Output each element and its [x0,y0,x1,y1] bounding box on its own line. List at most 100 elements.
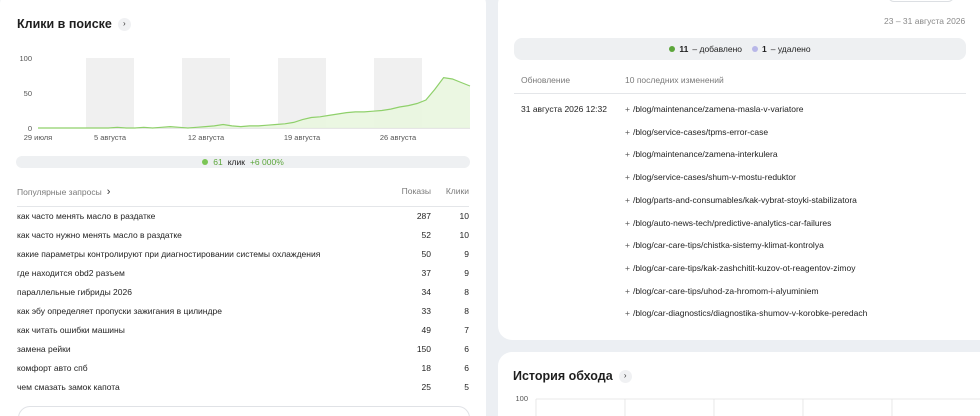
column-changes: 10 последних изменений [625,75,724,85]
query-text[interactable]: как читать ошибки машины [17,325,125,335]
search-clicks-title-row[interactable]: Клики в поиске › [17,17,131,31]
change-item: +/blog/auto-news-tech/predictive-analyti… [625,218,831,228]
y-tick-label: 50 [24,89,32,98]
y-tick-label: 0 [28,124,32,133]
removed-count: 1 [762,44,767,54]
query-row[interactable]: какие параметры контролируют при диагнос… [17,245,469,264]
plus-icon: + [625,149,630,160]
query-text[interactable]: как эбу определяет пропуски зажигания в … [17,306,222,316]
plus-icon: + [625,308,630,319]
query-shows: 49 [421,325,431,335]
query-clicks: 5 [464,382,469,392]
added-label: – добавлено [692,44,742,54]
query-row[interactable]: как читать ошибки машины 49 7 [17,321,469,340]
show-more-button[interactable] [18,406,470,416]
query-shows: 50 [421,249,431,259]
column-clicks[interactable]: Клики [446,186,469,196]
query-clicks: 6 [464,363,469,373]
query-clicks: 8 [464,287,469,297]
query-clicks: 6 [464,344,469,354]
update-date: 31 августа 2026 12:32 [521,104,607,114]
change-item: +/blog/car-care-tips/chistka-sistemy-kli… [625,240,824,250]
popular-queries-header: Популярные запросы › Показы Клики [17,186,469,200]
plus-icon: + [625,126,630,137]
query-shows: 287 [416,211,431,221]
changes-summary: 11 – добавлено 1 – удалено [514,38,966,60]
change-item: +/blog/maintenance/zamena-masla-v-variat… [625,104,804,114]
query-row[interactable]: как эбу определяет пропуски зажигания в … [17,302,469,321]
query-shows: 33 [421,306,431,316]
change-path[interactable]: /blog/parts-and-consumables/kak-vybrat-s… [633,195,857,205]
removed-dot-icon [752,46,758,52]
clicks-legend[interactable]: 61 клик +6 000% [16,156,470,168]
query-text[interactable]: чем смазать замок капота [17,382,120,392]
y-tick-label: 100 [19,54,32,63]
query-text[interactable]: параллельные гибриды 2026 [17,287,132,297]
query-row[interactable]: как часто нужно менять масло в раздатке 5… [17,226,469,245]
plus-icon: + [625,172,630,183]
popular-queries-title[interactable]: Популярные запросы [17,187,102,197]
change-path[interactable]: /blog/auto-news-tech/predictive-analytic… [633,218,831,228]
query-clicks: 10 [459,230,469,240]
column-shows[interactable]: Показы [402,186,431,196]
query-shows: 18 [421,363,431,373]
change-path[interactable]: /blog/car-care-tips/chistka-sistemy-klim… [633,240,824,250]
plus-icon: + [625,262,630,273]
query-text[interactable]: как часто нужно менять масло в раздатке [17,230,182,240]
change-item: +/blog/service-cases/shum-v-mostu-redukt… [625,172,796,182]
search-clicks-title[interactable]: Клики в поиске [17,17,112,31]
query-text[interactable]: где находится obd2 разъем [17,268,125,278]
query-row[interactable]: замена рейки 150 6 [17,340,469,359]
removed-label: – удалено [770,44,811,54]
x-tick-label: 19 августа [284,133,321,142]
plus-icon: + [625,194,630,205]
query-row[interactable]: как часто менять масло в раздатке 287 10 [17,207,469,226]
query-text[interactable]: замена рейки [17,344,71,354]
query-clicks: 9 [464,268,469,278]
query-shows: 37 [421,268,431,278]
plus-icon: + [625,217,630,228]
query-row[interactable]: комфорт авто спб 18 6 [17,359,469,378]
legend-delta: +6 000% [249,157,284,167]
chevron-right-icon[interactable]: › [117,17,131,31]
chevron-right-icon[interactable]: › [618,369,632,383]
cut-off-button[interactable] [888,0,954,2]
query-text[interactable]: комфорт авто спб [17,363,88,373]
plus-icon: + [625,285,630,296]
change-item: +/blog/car-care-tips/kak-zashchitit-kuzo… [625,263,855,273]
x-tick-label: 29 июля [24,133,53,142]
plus-icon: + [625,240,630,251]
column-update: Обновление [521,75,571,85]
crawl-history-title-row[interactable]: История обхода › [513,369,632,383]
change-item: +/blog/car-diagnostics/diagnostika-shumo… [625,308,867,318]
query-row[interactable]: где находится obd2 разъем 37 9 [17,264,469,283]
query-shows: 25 [421,382,431,392]
query-shows: 34 [421,287,431,297]
query-clicks: 7 [464,325,469,335]
change-path[interactable]: /blog/car-care-tips/uhod-za-hromom-i-aly… [633,286,819,296]
query-clicks: 9 [464,249,469,259]
crawl-history-title[interactable]: История обхода [513,369,613,383]
chevron-right-icon[interactable]: › [107,186,111,198]
popular-queries-link[interactable]: Популярные запросы › [17,186,110,198]
query-text[interactable]: как часто менять масло в раздатке [17,211,155,221]
week-stripe [86,58,134,128]
legend-label: клик [227,157,245,167]
x-tick-label: 12 августа [188,133,225,142]
query-row[interactable]: параллельные гибриды 2026 34 8 [17,283,469,302]
query-clicks: 8 [464,306,469,316]
change-path[interactable]: /blog/car-diagnostics/diagnostika-shumov… [633,308,867,318]
query-text[interactable]: какие параметры контролируют при диагнос… [17,249,320,259]
change-path[interactable]: /blog/maintenance/zamena-masla-v-variato… [633,104,804,114]
change-path[interactable]: /blog/car-care-tips/kak-zashchitit-kuzov… [633,263,856,273]
divider [514,93,966,94]
change-path[interactable]: /blog/service-cases/tpms-error-case [633,127,768,137]
x-tick-label: 5 августа [94,133,127,142]
added-count: 11 [679,44,689,54]
change-path[interactable]: /blog/service-cases/shum-v-mostu-redukto… [633,172,796,182]
week-stripe [182,58,230,128]
change-path[interactable]: /blog/maintenance/zamena-interkulera [633,149,778,159]
query-row[interactable]: чем смазать замок капота 25 5 [17,378,469,397]
change-item: +/blog/parts-and-consumables/kak-vybrat-… [625,195,857,205]
change-item: +/blog/service-cases/tpms-error-case [625,127,768,137]
